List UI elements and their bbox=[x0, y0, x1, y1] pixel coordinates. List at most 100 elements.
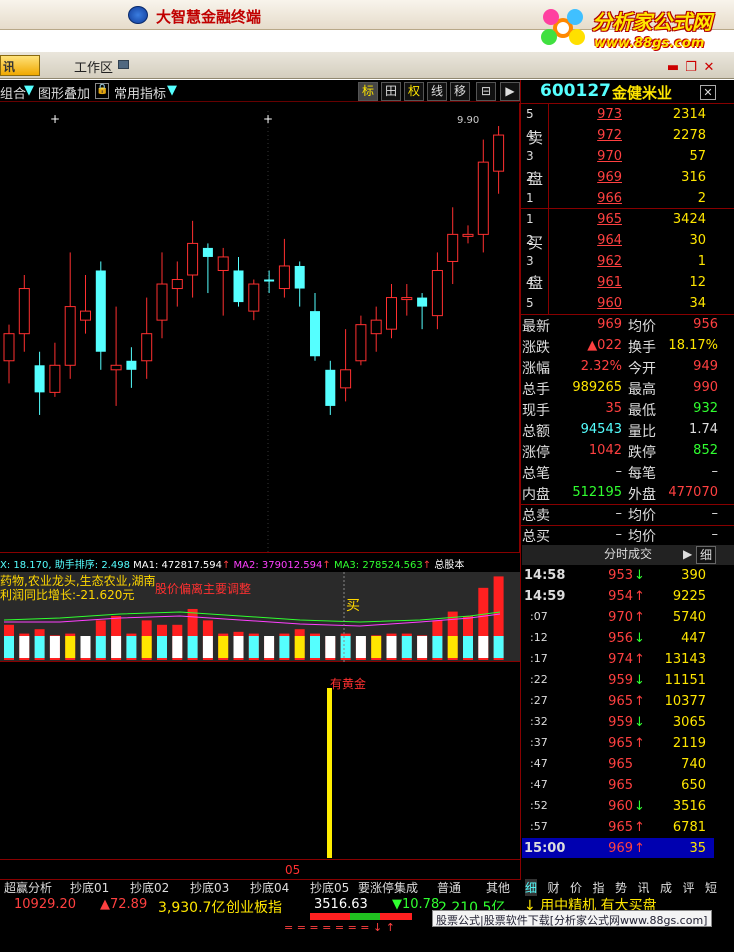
tick-volume: 447 bbox=[681, 631, 706, 646]
tick-volume: 390 bbox=[681, 568, 706, 583]
indicator-ma3: MA3: 278524.563 bbox=[333, 560, 423, 571]
tick-time: 14:59 bbox=[524, 589, 566, 604]
close-icon[interactable]: ✕ bbox=[700, 85, 716, 100]
candle-body bbox=[401, 297, 413, 301]
stock-name: 金健米业 bbox=[612, 84, 673, 102]
combo-button[interactable]: 组合 bbox=[0, 83, 26, 102]
bid-level: 3 bbox=[526, 254, 534, 268]
kline-svg: + + 9.90 bbox=[3, 111, 505, 553]
tick-time: :07 bbox=[530, 610, 548, 623]
bid-volume: 3424 bbox=[672, 212, 706, 227]
ask-volume: 2278 bbox=[672, 128, 706, 143]
side-tab[interactable]: 细 bbox=[525, 879, 538, 896]
tick-direction-icon: ↑ bbox=[634, 610, 645, 625]
arrow-indicators: = = = = = = = ↓ ↑ bbox=[284, 921, 395, 934]
candle-body bbox=[156, 283, 168, 321]
candle-body bbox=[340, 369, 352, 389]
bid-level: 2 bbox=[526, 233, 534, 247]
warning-label: 股价偏离主要调整 bbox=[155, 582, 252, 596]
high-price-label: 9.90 bbox=[457, 115, 479, 126]
stat-label: 总卖 bbox=[522, 508, 550, 524]
indicators-button[interactable]: 常用指标 bbox=[114, 83, 166, 102]
side-tab[interactable]: 短 bbox=[705, 879, 717, 896]
side-tab[interactable]: 成 bbox=[660, 879, 672, 896]
side-tab[interactable]: 指 bbox=[593, 879, 605, 896]
tick-price: 970 bbox=[608, 610, 633, 625]
expand-icon[interactable]: ▶ bbox=[683, 547, 692, 561]
bid-price: 965 bbox=[597, 212, 622, 227]
tab-normal[interactable]: 普通 bbox=[437, 879, 461, 896]
restore-icon[interactable]: ❐ bbox=[682, 60, 700, 77]
mark-button[interactable]: 标 bbox=[358, 82, 378, 101]
cross-button[interactable]: 田 bbox=[381, 82, 401, 101]
workspace-dropdown-icon[interactable] bbox=[118, 60, 129, 69]
volume-sub-bar bbox=[49, 636, 60, 658]
volume-sub-bar bbox=[218, 636, 229, 658]
bid-level: 5 bbox=[526, 296, 534, 310]
tab-bottom05[interactable]: 抄底05 bbox=[310, 879, 349, 896]
side-tab[interactable]: 评 bbox=[683, 879, 695, 896]
move-button[interactable]: 移 bbox=[450, 82, 470, 101]
marker-plus: + bbox=[50, 112, 60, 126]
minimize-icon[interactable]: ▬ bbox=[664, 60, 682, 77]
promo-banner[interactable]: 股票公式|股票软件下载[分析家公式网www.88gs.com] bbox=[432, 910, 712, 927]
candlestick-chart[interactable]: + + 9.90 bbox=[0, 103, 520, 553]
candle-body bbox=[3, 333, 15, 362]
tab-news[interactable]: 讯 bbox=[0, 55, 40, 76]
tab-bottom01[interactable]: 抄底01 bbox=[70, 879, 109, 896]
tick-volume: 3516 bbox=[672, 799, 706, 814]
side-tab[interactable]: 势 bbox=[615, 879, 627, 896]
ask-level: 4 bbox=[526, 128, 534, 142]
next-icon[interactable]: ▶ bbox=[500, 82, 520, 101]
candle-body bbox=[49, 364, 61, 393]
volume-sub-bar bbox=[371, 636, 382, 658]
side-tab[interactable]: 财 bbox=[548, 879, 560, 896]
candle-body bbox=[34, 365, 45, 393]
tab-analysis[interactable]: 超赢分析 bbox=[4, 879, 52, 896]
tick-volume: 5740 bbox=[672, 610, 706, 625]
tab-other[interactable]: 其他 bbox=[486, 879, 510, 896]
overlay-button[interactable]: 图形叠加 bbox=[38, 83, 90, 102]
stat-value: 94543 bbox=[580, 422, 622, 437]
tab-bottom04[interactable]: 抄底04 bbox=[250, 879, 289, 896]
stat-label: 总买 bbox=[522, 529, 550, 545]
tick-price: 974 bbox=[608, 652, 633, 667]
volume-sub-bar bbox=[65, 636, 76, 658]
side-tab[interactable]: 价 bbox=[570, 879, 582, 896]
line-button[interactable]: 线 bbox=[427, 82, 447, 101]
tab-limit-up[interactable]: 要涨停集成 bbox=[358, 879, 418, 896]
bid-price: 964 bbox=[597, 233, 622, 248]
gold-signal-label: 有黄金 bbox=[330, 677, 367, 691]
close-icon[interactable]: ✕ bbox=[700, 60, 718, 77]
volume-sub-bar bbox=[401, 636, 412, 658]
ask-volume: 57 bbox=[689, 149, 706, 164]
indicators-dropdown-icon[interactable]: ▼ bbox=[167, 83, 177, 98]
candle-body bbox=[355, 324, 367, 362]
window-icon[interactable]: ⊟ bbox=[476, 82, 496, 101]
lower-indicator-panel[interactable] bbox=[0, 663, 520, 860]
stat-label: 总额 bbox=[522, 424, 550, 440]
tick-time: :37 bbox=[530, 736, 548, 749]
ask-price: 969 bbox=[597, 170, 622, 185]
side-tab[interactable]: 讯 bbox=[638, 879, 650, 896]
tick-detail-button[interactable]: 细 bbox=[696, 546, 716, 564]
rights-button[interactable]: 权 bbox=[404, 82, 424, 101]
ask-price: 973 bbox=[597, 107, 622, 122]
tick-time: :12 bbox=[530, 631, 548, 644]
stat-value: 852 bbox=[693, 443, 718, 458]
tab-bottom03[interactable]: 抄底03 bbox=[190, 879, 229, 896]
indicator-bar: X: 18.170, 助手排序: 2.498 MA1: 472817.594↑ … bbox=[0, 560, 465, 571]
sh-index-value: 10929.20 bbox=[14, 897, 77, 912]
tab-bottom02[interactable]: 抄底02 bbox=[130, 879, 169, 896]
stat-value: 956 bbox=[693, 317, 718, 332]
stat-label: 今开 bbox=[628, 361, 656, 377]
tab-workspace[interactable]: 工作区 bbox=[74, 57, 113, 76]
bid-price: 960 bbox=[597, 296, 622, 311]
lock-icon[interactable]: 🔒 bbox=[95, 83, 109, 99]
tick-volume: 13143 bbox=[664, 652, 706, 667]
volume-sub-bar bbox=[34, 636, 45, 658]
tick-volume: 740 bbox=[681, 757, 706, 772]
bid-price: 962 bbox=[597, 254, 622, 269]
combo-dropdown-icon[interactable]: ▼ bbox=[24, 83, 34, 98]
ask-volume: 2314 bbox=[672, 107, 706, 122]
